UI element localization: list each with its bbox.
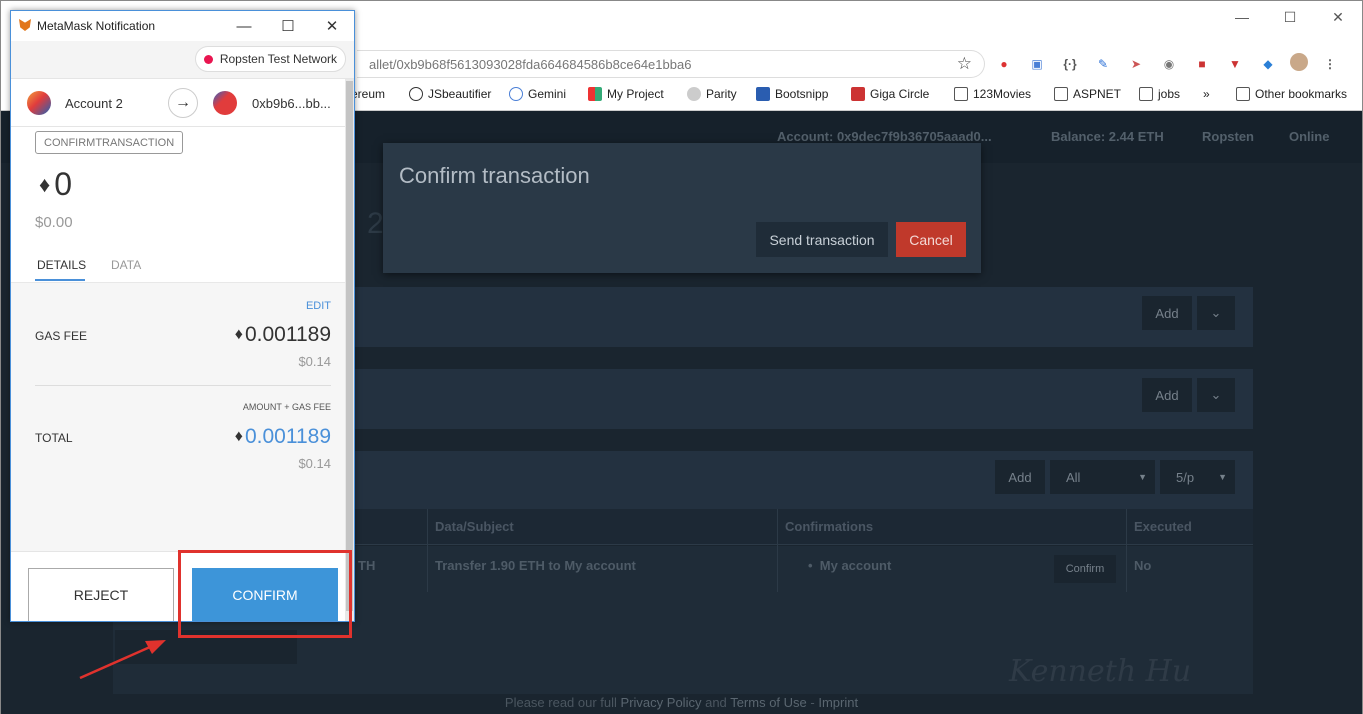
annotation-arrow-icon — [79, 640, 166, 680]
arrow-shaft — [79, 645, 151, 680]
